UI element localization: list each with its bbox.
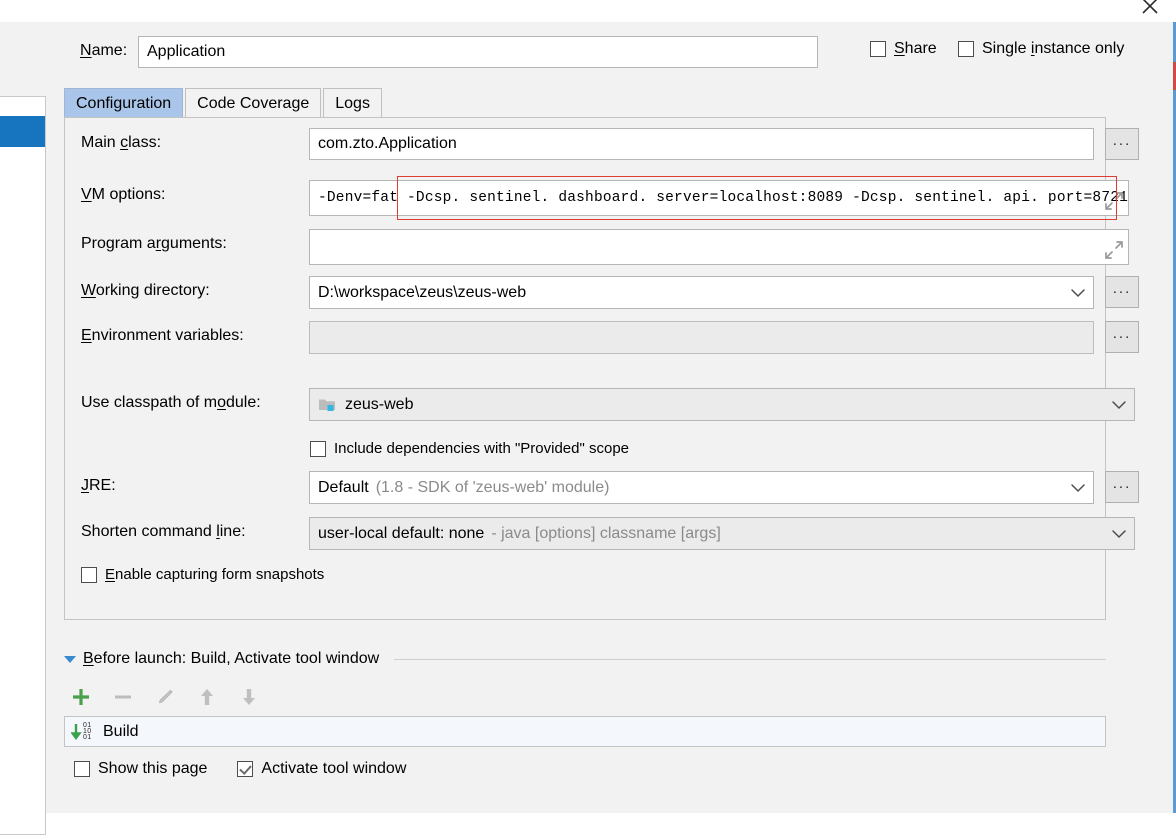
share-checkbox-box[interactable] — [870, 41, 886, 57]
jre-chevron-down-icon[interactable] — [1067, 477, 1089, 499]
run-configuration-dialog: Name: Share Single instance only Configu… — [0, 0, 1176, 835]
share-checkbox-label: Share — [894, 40, 937, 57]
environment-variables-label: Environment variables: — [81, 327, 244, 344]
title-bar-strip — [0, 0, 1176, 22]
build-icon-bits: 01 10 01 — [83, 721, 92, 741]
environment-variables-browse-button[interactable]: ... — [1105, 321, 1139, 353]
show-this-page-checkbox-box[interactable] — [74, 761, 90, 777]
include-provided-scope-checkbox[interactable]: Include dependencies with "Provided" sco… — [310, 440, 629, 457]
enable-form-snapshots-label: Enable capturing form snapshots — [105, 566, 325, 583]
name-input[interactable] — [138, 36, 818, 68]
shorten-command-line-combo[interactable]: user-local default: none - java [options… — [309, 517, 1135, 550]
working-directory-combo[interactable]: D:\workspace\zeus\zeus-web — [309, 276, 1094, 309]
before-launch-separator — [394, 658, 1106, 660]
include-provided-scope-label: Include dependencies with "Provided" sco… — [334, 440, 630, 457]
name-label: Name: — [80, 42, 128, 59]
move-up-arrow-up-icon[interactable] — [194, 684, 220, 710]
vm-options-input[interactable]: -Denv=fat -Dcsp. sentinel. dashboard. se… — [309, 180, 1129, 216]
move-down-arrow-down-icon[interactable] — [236, 684, 262, 710]
module-folder-icon — [318, 397, 336, 412]
before-launch-item-build[interactable]: Build — [103, 723, 139, 741]
triangle-down-icon[interactable] — [64, 655, 76, 663]
share-checkbox[interactable]: Share — [870, 40, 937, 58]
jre-label: JRE: — [81, 477, 116, 494]
tab-configuration[interactable]: Configuration — [64, 88, 184, 118]
close-icon[interactable] — [1138, 0, 1162, 18]
use-classpath-of-module-value: zeus-web — [345, 395, 414, 413]
shorten-command-line-detail: - java [options] classname [args] — [491, 524, 721, 542]
working-directory-browse-button[interactable]: ... — [1105, 276, 1139, 308]
show-this-page-checkbox[interactable]: Show this page — [74, 760, 207, 778]
program-arguments-input[interactable] — [309, 229, 1129, 265]
background-tree-selected-row[interactable] — [0, 116, 45, 147]
working-directory-label: Working directory: — [81, 282, 210, 299]
tab-logs[interactable]: Logs — [323, 88, 382, 118]
before-launch-header[interactable]: Before launch: Build, Activate tool wind… — [64, 648, 1106, 670]
environment-variables-input[interactable] — [309, 321, 1094, 354]
program-arguments-label: Program arguments: — [81, 235, 227, 252]
single-instance-checkbox-box[interactable] — [958, 41, 974, 57]
shorten-command-line-label: Shorten command line: — [81, 523, 246, 540]
tab-code-coverage[interactable]: Code Coverage — [185, 88, 322, 118]
build-icon: 01 10 01 — [70, 721, 95, 742]
working-directory-chevron-down-icon[interactable] — [1067, 282, 1089, 304]
show-this-page-label: Show this page — [98, 760, 208, 777]
background-tool-window — [0, 22, 46, 835]
jre-combo[interactable]: Default (1.8 - SDK of 'zeus-web' module) — [309, 471, 1094, 504]
configuration-panel: Main class: com.zto.Application ... VM o… — [64, 117, 1139, 620]
vm-options-label: VM options: — [81, 186, 166, 203]
jre-browse-button[interactable]: ... — [1105, 471, 1139, 503]
add-button[interactable] — [68, 684, 94, 710]
edit-pencil-icon[interactable] — [152, 684, 178, 710]
use-classpath-of-module-chevron-down-icon[interactable] — [1108, 394, 1130, 416]
remove-button[interactable] — [110, 684, 136, 710]
name-row: Name: Share Single instance only — [80, 36, 1160, 70]
single-instance-checkbox-label: Single instance only — [982, 40, 1125, 57]
activate-tool-window-checkbox-box[interactable] — [237, 761, 254, 777]
before-launch-toolbar — [68, 682, 368, 712]
main-class-browse-button[interactable]: ... — [1105, 128, 1139, 160]
use-classpath-of-module-label: Use classpath of module: — [81, 394, 261, 411]
single-instance-checkbox[interactable]: Single instance only — [958, 40, 1124, 58]
background-tree-panel[interactable] — [0, 96, 46, 835]
before-launch-list: 01 10 01 Build — [64, 716, 1106, 747]
shorten-command-line-chevron-down-icon[interactable] — [1108, 523, 1130, 545]
activate-tool-window-checkbox[interactable]: Activate tool window — [237, 760, 406, 778]
before-launch-title: Before launch: Build, Activate tool wind… — [83, 650, 380, 667]
main-class-label: Main class: — [81, 134, 162, 151]
enable-form-snapshots-checkbox-box[interactable] — [81, 566, 97, 583]
activate-tool-window-label: Activate tool window — [261, 760, 407, 777]
jre-value-detail: (1.8 - SDK of 'zeus-web' module) — [375, 478, 610, 496]
tab-bar: Configuration Code Coverage Logs — [64, 86, 384, 118]
use-classpath-of-module-combo[interactable]: zeus-web — [309, 388, 1135, 421]
main-class-input[interactable]: com.zto.Application — [309, 128, 1094, 160]
include-provided-scope-checkbox-box[interactable] — [310, 440, 326, 457]
shorten-command-line-value: user-local default: none — [318, 524, 485, 542]
jre-value: Default — [318, 478, 369, 496]
before-launch-options: Show this page Activate tool window — [74, 760, 406, 778]
enable-form-snapshots-checkbox[interactable]: Enable capturing form snapshots — [81, 566, 324, 583]
